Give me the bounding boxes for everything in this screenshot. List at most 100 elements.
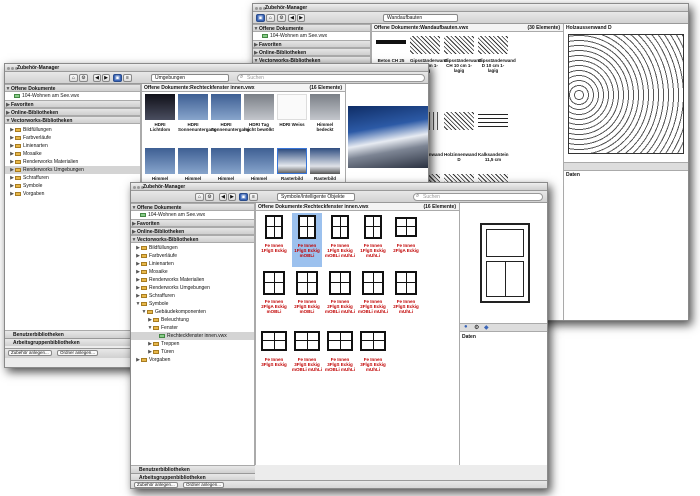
search-input[interactable]: ⌕ Suchen	[237, 74, 425, 82]
sidebar-item-document[interactable]: 104-Wohnen am See.vwx	[5, 92, 140, 100]
sidebar-item-folder[interactable]: ▶ Linienarten	[5, 142, 140, 150]
home-button[interactable]: ⌂	[266, 14, 275, 22]
sidebar-item-document[interactable]: 104-Wohnen am See.vwx	[131, 211, 254, 219]
window-symbol-item[interactable]: Fe Innen 3FlgS Eckig mUhLi	[358, 327, 388, 383]
sidebar-item-folder[interactable]: ▶ Symbole	[5, 182, 140, 190]
sidebar-item-folder-selected[interactable]: ▶ Renderworks Umgebungen	[5, 166, 140, 174]
sidebar-item-folder[interactable]: ▶ Schraffuren	[5, 174, 140, 182]
environment-item[interactable]: HDRI Tag leicht bewölkt	[244, 94, 274, 142]
sidebar-item-folder[interactable]: ▼ Gebäudekomponenten	[131, 308, 254, 316]
window-symbol-item[interactable]: Fe Innen 1FlgS Eckig mOBLi mUhLi	[325, 213, 355, 267]
library-popup[interactable]: Wandaufbauten	[383, 14, 458, 22]
sidebar-header-online[interactable]: ▶Online-Bibliotheken	[5, 108, 140, 116]
back-button[interactable]: ◀	[93, 74, 101, 82]
sidebar-item-folder[interactable]: ▶ Vorgaben	[131, 356, 254, 364]
forward-button[interactable]: ▶	[228, 193, 236, 201]
sidebar-item-folder[interactable]: ▶ Mosaike	[131, 268, 254, 276]
wall-item[interactable]: Gipsständerwand D 10 cm 1-lagig	[478, 36, 516, 76]
view-icon[interactable]: ●	[464, 324, 468, 330]
gear-icon[interactable]: ⚙	[277, 14, 286, 22]
cube-icon[interactable]: ◆	[484, 324, 489, 331]
wall-item[interactable]: Kalksandstein 11,5 cm	[478, 112, 509, 174]
sidebar-item-folder[interactable]: ▼ Symbole	[131, 300, 254, 308]
gear-icon[interactable]: ⚙	[474, 324, 479, 331]
view-button[interactable]: ▣	[256, 14, 265, 22]
wall-item[interactable]: Holzinnenwand D	[444, 112, 477, 174]
forward-button[interactable]: ▶	[297, 14, 305, 22]
back-button[interactable]: ◀	[288, 14, 296, 22]
sidebar-item-folder[interactable]: ▶ Renderworks Materialien	[5, 158, 140, 166]
sidebar-item-folder[interactable]: ▶ Türen	[131, 348, 254, 356]
new-folder-button[interactable]: Ordner anlegen...	[57, 350, 99, 356]
view-button[interactable]: ▣	[113, 74, 122, 82]
new-resource-button[interactable]: Zubehör anlegen...	[134, 482, 178, 488]
gear-icon[interactable]: ⚙	[79, 74, 88, 82]
back-button[interactable]: ◀	[219, 193, 227, 201]
sidebar-item-folder[interactable]: ▶ Farbverläufe	[131, 252, 254, 260]
sidebar-item-folder[interactable]: ▶ Treppen	[131, 340, 254, 348]
window-symbol-item[interactable]: Fe Innen 3FlgS Eckig mOBLi mUhLi	[325, 327, 355, 383]
window-symbol-item-selected[interactable]: Fe Innen 1FlgS Eckig mOBLi	[292, 213, 322, 267]
sidebar-item-folder[interactable]: ▼ Fenster	[131, 324, 254, 332]
wall-item[interactable]: Gipsständerwand CH 10 cm 1-lagig	[444, 36, 482, 76]
library-popup[interactable]: Symbole/Intelligente Objekte	[277, 193, 355, 201]
environment-item[interactable]: HDRI Sonnenuntergang	[211, 94, 250, 142]
toolbar: ▣ ⌂ ⚙ ◀ ▶ Wandaufbauten	[253, 12, 688, 24]
sidebar-header-favorites[interactable]: ▶Favoriten	[5, 100, 140, 108]
library-popup[interactable]: Umgebungen	[151, 74, 229, 82]
window-symbol-item[interactable]: Fe Innen 2FlgA Eckig mOBLi	[259, 269, 289, 325]
sidebar-item-folder[interactable]: ▶ Vorgaben	[5, 190, 140, 198]
sidebar-item-folder[interactable]: ▶ Beleuchtung	[131, 316, 254, 324]
environment-item[interactable]: HDRI Weiss	[277, 94, 307, 142]
sidebar-item-folder[interactable]: ▶ Renderworks Umgebungen	[131, 284, 254, 292]
gear-icon[interactable]: ⚙	[205, 193, 214, 201]
sidebar-item-folder[interactable]: ▶ Bildfüllungen	[5, 126, 140, 134]
footer-workgroup-libraries[interactable]: Arbeitsgruppenbibliotheken	[5, 340, 80, 346]
window-symbol-item[interactable]: Fe Innen 2FlgA Eckig	[391, 213, 421, 267]
home-button[interactable]: ⌂	[69, 74, 78, 82]
sidebar-header-open-docs[interactable]: ▼Offene Dokumente	[5, 84, 140, 92]
environment-item[interactable]: Himmel	[178, 148, 208, 184]
view-button[interactable]: ▣	[239, 193, 248, 201]
window-symbol-item[interactable]: Fe Innen 2FlgS Eckig mOBLi	[292, 269, 322, 325]
sidebar-header-open-docs[interactable]: ▼Offene Dokumente	[253, 24, 370, 32]
environment-item[interactable]: Himmel	[145, 148, 175, 184]
environment-item[interactable]: Himmel bedeckt	[310, 94, 340, 142]
new-folder-button[interactable]: Ordner anlegen...	[183, 482, 225, 488]
forward-button[interactable]: ▶	[102, 74, 110, 82]
sidebar-header-open-docs[interactable]: ▼Offene Dokumente	[131, 203, 254, 211]
window-symbol-item[interactable]: Fe Innen 3FlgS Eckig	[259, 327, 289, 383]
sidebar-header-vectorworks[interactable]: ▼Vectorworks-Bibliotheken	[131, 235, 254, 243]
sidebar-header-online[interactable]: ▶Online-Bibliotheken	[253, 48, 370, 56]
new-resource-button[interactable]: Zubehör anlegen...	[8, 350, 52, 356]
sidebar-item-folder[interactable]: ▶ Bildfüllungen	[131, 244, 254, 252]
environment-item[interactable]: Rasterbild	[310, 148, 340, 184]
window-symbol-item[interactable]: Fe Innen 2FlgS Eckig mUhLi	[391, 269, 421, 325]
sidebar-item-document[interactable]: 104-Wohnen am See.vwx	[253, 32, 370, 40]
list-view-button[interactable]: ≡	[123, 74, 132, 82]
window-symbol-item[interactable]: Fe Innen 2FlgS Eckig mOBLi mUhLi	[358, 269, 388, 325]
sidebar-item-folder[interactable]: ▶ Mosaike	[5, 150, 140, 158]
environment-item[interactable]: Rasterbild	[277, 148, 307, 184]
window-symbol-item[interactable]: Fe Innen 1FlgS Eckig mUhLi	[358, 213, 388, 267]
window-symbol-item[interactable]: Fe Innen 2FlgS Eckig mOBLi mUhLi	[325, 269, 355, 325]
search-input[interactable]: ⌕ Suchen	[413, 193, 543, 201]
content-header: Offene Dokumente:Rechteckfenster innen.v…	[142, 84, 345, 92]
sidebar-header-online[interactable]: ▶Online-Bibliotheken	[131, 227, 254, 235]
sidebar-header-favorites[interactable]: ▶Favoriten	[253, 40, 370, 48]
sidebar-item-folder[interactable]: ▶ Linienarten	[131, 260, 254, 268]
sidebar-item-folder[interactable]: ▶ Schraffuren	[131, 292, 254, 300]
environment-item[interactable]: HDRI Lichtdom	[145, 94, 175, 142]
environment-item[interactable]: Himmel	[211, 148, 241, 184]
window-symbol-item[interactable]: Fe Innen 3FlgS Eckig mOBLi mUhLi	[292, 327, 322, 383]
environment-item[interactable]: Himmel	[244, 148, 274, 184]
home-button[interactable]: ⌂	[195, 193, 204, 201]
sidebar-item-folder[interactable]: ▶ Renderworks Materialien	[131, 276, 254, 284]
sidebar-header-favorites[interactable]: ▶Favoriten	[131, 219, 254, 227]
sidebar-item-file-selected[interactable]: Rechteckfenster innen.vwx	[131, 332, 254, 340]
window-symbol-item[interactable]: Fe Innen 1FlgS Eckig	[259, 213, 289, 267]
sidebar-item-folder[interactable]: ▶ Farbverläufe	[5, 134, 140, 142]
sidebar-header-vectorworks[interactable]: ▼Vectorworks-Bibliotheken	[5, 116, 140, 124]
environment-item[interactable]: HDRI Sonnenuntergang	[178, 94, 217, 142]
list-view-button[interactable]: ≡	[249, 193, 258, 201]
